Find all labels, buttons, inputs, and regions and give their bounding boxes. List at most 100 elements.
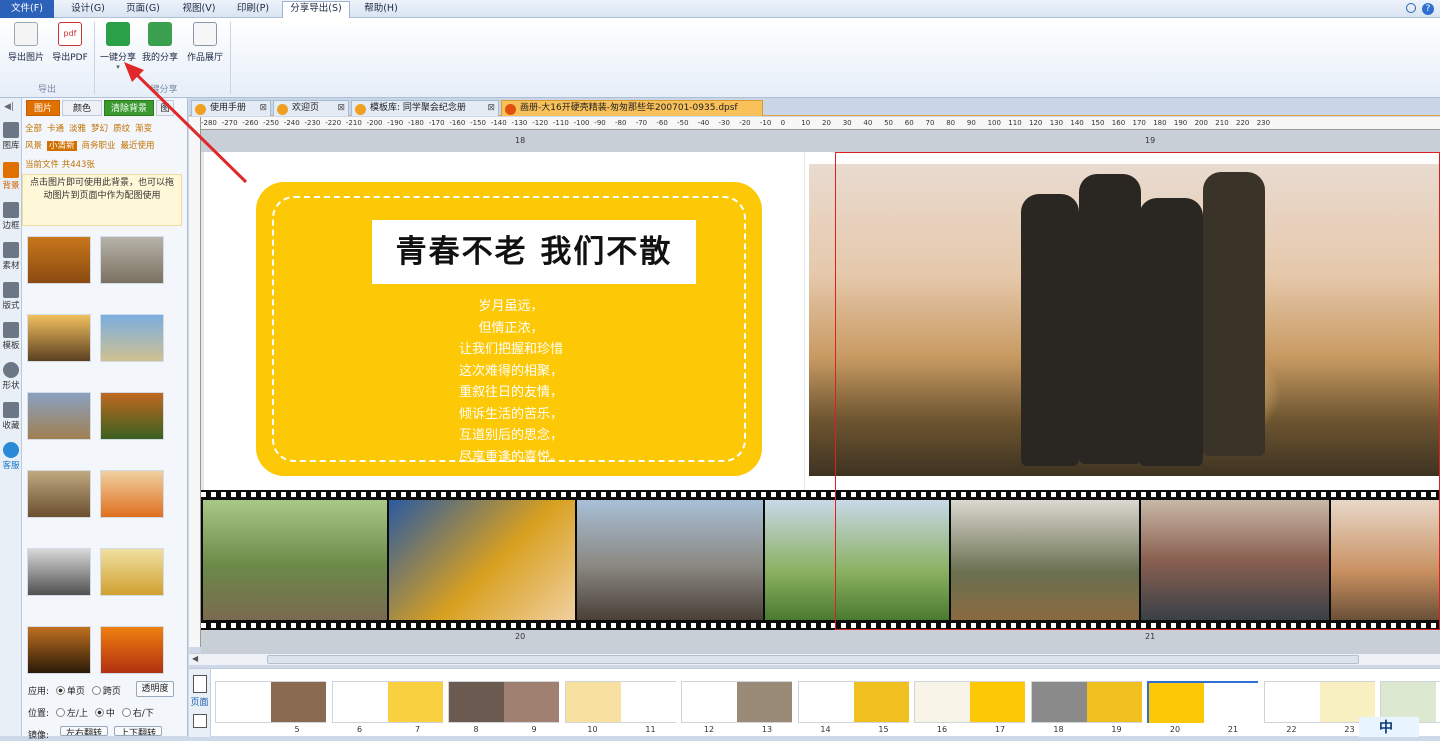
doc-tab-album[interactable]: 画册-大16开硬壳精装-匆匆那些年200701-0935.dpsf (501, 100, 763, 116)
close-icon[interactable]: ⊠ (337, 101, 345, 116)
export-image-button[interactable]: 导出图片 (6, 22, 46, 63)
tool-template[interactable]: 模板 (0, 322, 22, 351)
apply-single-radio[interactable] (55, 686, 65, 695)
yellow-text-card[interactable]: 青春不老 我们不散 岁月虽远， 但情正浓， 让我们把握和珍惜 这次难得的相聚， … (256, 182, 762, 476)
menu-design[interactable]: 设计(G) (62, 2, 114, 16)
page-thumbnail-number: 5 (294, 725, 300, 734)
doc-tab-template[interactable]: 模板库: 同学聚会纪念册 ⊠ (351, 100, 499, 116)
menu-print[interactable]: 印刷(P) (228, 2, 278, 16)
page-thumbnail[interactable] (448, 681, 559, 723)
ruler-label: -10 (759, 119, 772, 127)
page-thumbnail[interactable] (215, 681, 326, 723)
tool-border[interactable]: 边框 (0, 202, 22, 231)
pages-tab[interactable]: 页面 (189, 669, 211, 737)
background-thumbnail[interactable] (27, 392, 91, 440)
ruler-label: -50 (677, 119, 689, 127)
chevron-up-icon[interactable] (1406, 3, 1416, 13)
category-recent[interactable]: 最近使用 (121, 141, 155, 151)
film-strip[interactable] (201, 490, 1440, 630)
my-share-button[interactable]: 我的分享 (140, 22, 180, 63)
ime-indicator[interactable]: 中 (1359, 717, 1419, 737)
background-thumbnail[interactable] (100, 236, 164, 284)
page-19[interactable] (805, 152, 1440, 490)
collapse-arrow-icon[interactable]: ◀| (4, 102, 14, 112)
page-18[interactable]: 青春不老 我们不散 岁月虽远， 但情正浓， 让我们把握和珍惜 这次难得的相聚， … (204, 152, 804, 490)
flip-horizontal-button[interactable]: 左右翻转 (60, 726, 108, 736)
background-thumbnail[interactable] (100, 470, 164, 518)
film-photo[interactable] (203, 500, 387, 620)
page-thumbnail[interactable] (797, 681, 909, 723)
background-thumbnail[interactable] (27, 470, 91, 518)
poem-text[interactable]: 岁月虽远， 但情正浓， 让我们把握和珍惜 这次难得的相聚， 重叙往日的友情， 倾… (274, 296, 748, 468)
category-dreamy[interactable]: 梦幻 (91, 124, 108, 134)
page-thumbnail[interactable] (564, 681, 676, 723)
doc-tab-welcome[interactable]: 欢迎页 ⊠ (273, 100, 349, 116)
horizontal-scrollbar[interactable]: ◀ (189, 653, 1440, 665)
tab-images[interactable]: 图片 (26, 100, 60, 116)
category-texture[interactable]: 质纹 (113, 124, 130, 134)
background-thumbnail[interactable] (100, 314, 164, 362)
doc-tab-manual[interactable]: 使用手册 ⊠ (191, 100, 271, 116)
tab-more[interactable]: 图 (156, 100, 174, 116)
category-fresh[interactable]: 小清新 (47, 141, 77, 151)
film-photo[interactable] (1331, 500, 1440, 620)
page-thumbnail[interactable] (1030, 681, 1142, 723)
background-thumbnail[interactable] (100, 626, 164, 674)
position-left-radio[interactable] (55, 708, 65, 717)
film-photo[interactable] (765, 500, 949, 620)
background-thumbnail[interactable] (100, 548, 164, 596)
film-photo[interactable] (389, 500, 575, 620)
film-photo[interactable] (951, 500, 1139, 620)
page-thumbnail[interactable] (1147, 681, 1259, 723)
export-pdf-button[interactable]: pdf 导出PDF (50, 22, 90, 63)
tool-support[interactable]: 客服 (0, 442, 22, 471)
transparency-button[interactable]: 透明度 (136, 681, 174, 697)
close-icon[interactable]: ⊠ (259, 101, 267, 116)
menu-share-export[interactable]: 分享导出(S) (282, 1, 350, 18)
tool-gallery[interactable]: 图库 (0, 122, 22, 151)
menu-page[interactable]: 页面(G) (118, 2, 168, 16)
page-canvas[interactable]: 18 19 青春不老 我们不散 岁月虽远， 但情正浓， 让我们把握和珍惜 这次难… (201, 130, 1440, 653)
film-photo[interactable] (577, 500, 763, 620)
tool-background[interactable]: 背景 (0, 162, 22, 191)
tool-material[interactable]: 素材 (0, 242, 22, 271)
background-thumbnail[interactable] (27, 314, 91, 362)
position-center-radio[interactable] (94, 708, 104, 717)
one-click-share-button[interactable]: 一键分享 ▾ (98, 22, 138, 71)
position-right-radio[interactable] (121, 708, 131, 717)
category-gradient[interactable]: 渐变 (135, 124, 152, 134)
tab-colors[interactable]: 颜色 (62, 100, 102, 116)
category-all[interactable]: 全部 (25, 124, 42, 134)
category-business[interactable]: 商务职业 (82, 141, 116, 151)
tool-shape[interactable]: 形状 (0, 362, 22, 391)
menu-help[interactable]: 帮助(H) (356, 2, 406, 16)
background-thumbnail[interactable] (27, 236, 91, 284)
apply-spread-radio[interactable] (91, 686, 101, 695)
friends-sunset-photo[interactable] (809, 164, 1440, 476)
page-thumbnail[interactable] (681, 681, 792, 723)
category-cartoon[interactable]: 卡通 (47, 124, 64, 134)
headline[interactable]: 青春不老 我们不散 (372, 220, 696, 284)
close-icon[interactable]: ⊠ (487, 101, 495, 116)
tool-favorites[interactable]: 收藏 (0, 402, 22, 431)
page-thumbnail[interactable] (331, 681, 443, 723)
category-elegant[interactable]: 淡雅 (69, 124, 86, 134)
category-scenery[interactable]: 风景 (25, 141, 42, 151)
page-thumbnail[interactable] (914, 681, 1025, 723)
scroll-left-icon[interactable]: ◀ (192, 654, 198, 663)
menu-file[interactable]: 文件(F) (0, 0, 54, 18)
film-photo[interactable] (1141, 500, 1329, 620)
menu-view[interactable]: 视图(V) (174, 2, 224, 16)
flip-vertical-button[interactable]: 上下翻转 (114, 726, 162, 736)
page-thumbnail[interactable] (1263, 681, 1375, 723)
gallery-button[interactable]: 作品展厅 (184, 22, 226, 63)
background-thumbnail[interactable] (27, 626, 91, 674)
background-thumbnail[interactable] (27, 548, 91, 596)
help-icon[interactable]: ? (1422, 3, 1434, 15)
clear-background-button[interactable]: 清除背景 (104, 100, 154, 116)
scrollbar-thumb[interactable] (267, 655, 1359, 664)
star-icon (3, 402, 19, 418)
tool-layout[interactable]: 版式 (0, 282, 22, 311)
dropdown-arrow-icon[interactable]: ▾ (98, 63, 138, 71)
background-thumbnail[interactable] (100, 392, 164, 440)
